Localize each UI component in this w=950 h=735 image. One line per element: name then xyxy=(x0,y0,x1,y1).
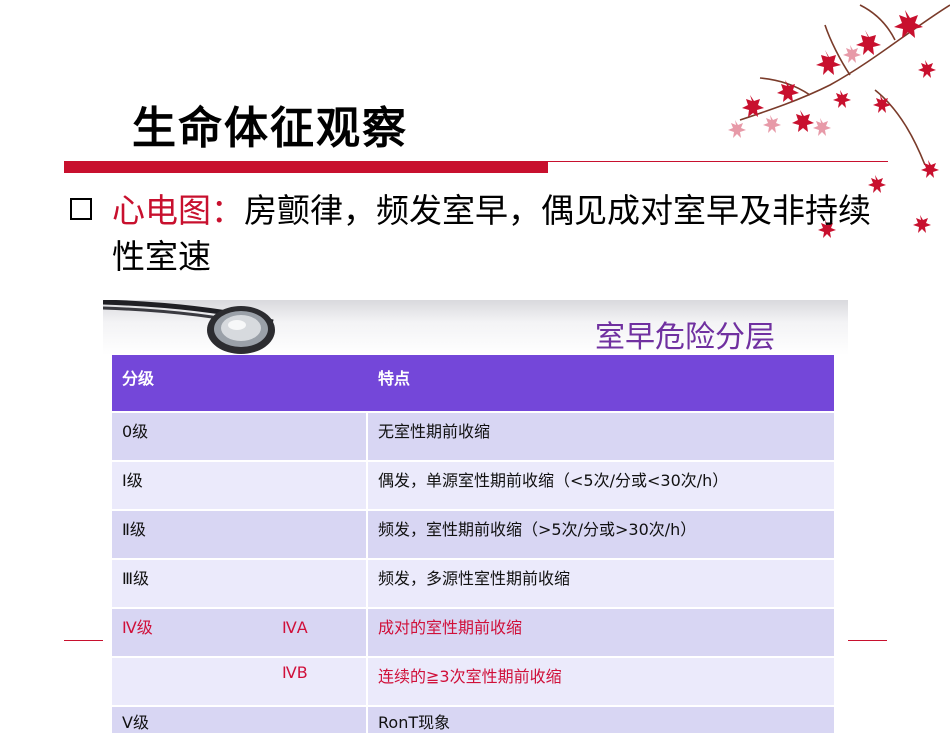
sublevel-cell: ⅣB xyxy=(282,663,308,682)
table-row: Ⅱ级 频发，室性期前收缩（>5次/分或>30次/h） xyxy=(112,511,834,560)
level-cell: Ⅲ级 xyxy=(122,569,150,588)
feature-cell: 频发，室性期前收缩（>5次/分或>30次/h） xyxy=(368,511,834,560)
title-underline xyxy=(64,161,548,173)
panel-header: 室早危险分层 xyxy=(103,300,848,355)
sublevel-cell: ⅣA xyxy=(282,618,308,637)
checkbox-bullet-icon xyxy=(70,198,92,220)
footer-line-right xyxy=(845,640,887,641)
level-cell: Ⅳ级 xyxy=(122,618,153,637)
bullet-label: 心电图： xyxy=(112,191,244,230)
table-row: ⅣB 连续的≧3次室性期前收缩 xyxy=(112,658,834,707)
table-row: Ⅰ级 偶发，单源室性期前收缩（<5次/分或<30次/h） xyxy=(112,462,834,511)
level-cell: Ⅱ级 xyxy=(122,520,146,539)
level-cell: Ⅰ级 xyxy=(122,471,143,490)
title-underline-thin xyxy=(548,161,888,162)
feature-cell: 频发，多源性室性期前收缩 xyxy=(368,560,834,609)
feature-cell: RonT现象 xyxy=(368,707,834,735)
slide-title: 生命体征观察 xyxy=(132,103,408,154)
table-row: Ⅲ级 频发，多源性室性期前收缩 xyxy=(112,560,834,609)
risk-table: 分级 特点 0级 无室性期前收缩 Ⅰ级 偶发，单源室性期前收缩（<5次/分或<3… xyxy=(112,355,834,735)
table-row: 0级 无室性期前收缩 xyxy=(112,413,834,462)
level-cell: 0级 xyxy=(122,422,149,441)
table-header-row: 分级 特点 xyxy=(112,355,834,413)
bullet-paragraph: 心电图：房颤律，频发室早，偶见成对室早及非持续性室速 xyxy=(112,188,872,280)
risk-stratification-panel: 室早危险分层 分级 特点 0级 无室性期前收缩 Ⅰ级 偶发，单源室性期前收缩（<… xyxy=(103,300,848,735)
feature-cell: 偶发，单源室性期前收缩（<5次/分或<30次/h） xyxy=(368,462,834,511)
panel-title: 室早危险分层 xyxy=(595,320,775,355)
feature-cell: 连续的≧3次室性期前收缩 xyxy=(368,658,834,707)
column-header-feature: 特点 xyxy=(368,355,834,413)
stethoscope-image xyxy=(103,300,275,354)
feature-cell: 成对的室性期前收缩 xyxy=(368,609,834,658)
table-row: Ⅴ级 RonT现象 xyxy=(112,707,834,735)
column-header-level: 分级 xyxy=(112,355,368,413)
table-row: Ⅳ级 ⅣA 成对的室性期前收缩 xyxy=(112,609,834,658)
footer-line-left xyxy=(64,640,104,641)
feature-cell: 无室性期前收缩 xyxy=(368,413,834,462)
